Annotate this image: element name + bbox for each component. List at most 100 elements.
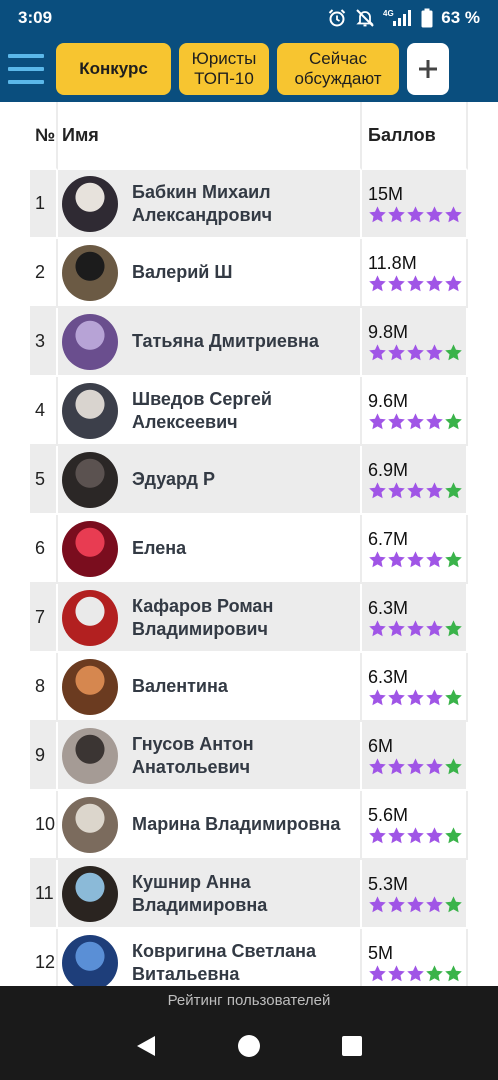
recents-icon[interactable] (340, 1034, 364, 1058)
star-icon (426, 964, 443, 981)
avatar[interactable] (62, 175, 118, 232)
table-row[interactable]: 4 Шведов Сергей Алексеевич 9.6M (30, 377, 468, 446)
avatar[interactable] (62, 934, 118, 986)
score-value: 6.7M (368, 528, 409, 549)
avatar[interactable] (62, 244, 118, 301)
user-cell[interactable]: Бабкин Михаил Александрович (58, 170, 362, 239)
header-num: № (30, 102, 58, 170)
star-icon (445, 826, 462, 843)
star-icon (445, 205, 462, 222)
table-row[interactable]: 12 Ковригина Светлана Витальевна 5M (30, 929, 468, 986)
star-icon (426, 274, 443, 291)
score-value: 5.6M (368, 804, 409, 825)
table-row[interactable]: 7 Кафаров Роман Владимирович 6.3M (30, 584, 468, 653)
avatar[interactable] (62, 520, 118, 577)
top-lawyers-label-line1: Юристы (191, 49, 257, 68)
star-icon (407, 826, 424, 843)
user-cell[interactable]: Эдуард Р (58, 446, 362, 515)
user-name-line1: Валерий Ш (132, 262, 233, 282)
star-icon (445, 895, 462, 912)
user-cell[interactable]: Шведов Сергей Алексеевич (58, 377, 362, 446)
table-row[interactable]: 2 Валерий Ш 11.8M (30, 239, 468, 308)
star-icon (369, 895, 386, 912)
rating-stars (368, 757, 463, 776)
star-icon (388, 205, 405, 222)
user-name-line1: Марина Владимировна (132, 814, 341, 834)
rating-stars (368, 550, 463, 569)
user-name[interactable]: Гнусов Антон Анатольевич (132, 733, 254, 779)
table-row[interactable]: 8 Валентина 6.3M (30, 653, 468, 722)
star-icon (369, 412, 386, 429)
score-cell: 9.6M (362, 377, 468, 446)
user-name[interactable]: Валентина (132, 675, 228, 698)
table-row[interactable]: 1 Бабкин Михаил Александрович 15M (30, 170, 468, 239)
plus-icon (419, 60, 437, 78)
avatar[interactable] (62, 589, 118, 646)
avatar[interactable] (62, 451, 118, 508)
status-time: 3:09 (18, 8, 53, 27)
user-name[interactable]: Бабкин Михаил Александрович (132, 181, 272, 227)
star-icon (369, 826, 386, 843)
user-name[interactable]: Ковригина Светлана Витальевна (132, 940, 316, 986)
score-cell: 9.8M (362, 308, 468, 377)
avatar[interactable] (62, 658, 118, 715)
star-icon (407, 895, 424, 912)
score-value: 6.9M (368, 459, 409, 480)
user-cell[interactable]: Гнусов Антон Анатольевич (58, 722, 362, 791)
row-number: 12 (30, 929, 58, 986)
user-cell[interactable]: Валентина (58, 653, 362, 722)
user-cell[interactable]: Татьяна Дмитриевна (58, 308, 362, 377)
star-icon (369, 481, 386, 498)
avatar[interactable] (62, 313, 118, 370)
table-row[interactable]: 6 Елена 6.7M (30, 515, 468, 584)
add-button[interactable] (407, 43, 449, 95)
table-row[interactable]: 11 Кушнир Анна Владимировна 5.3M (30, 860, 468, 929)
user-name[interactable]: Марина Владимировна (132, 813, 340, 836)
user-name[interactable]: Шведов Сергей Алексеевич (132, 388, 272, 434)
user-cell[interactable]: Елена (58, 515, 362, 584)
star-icon (445, 757, 462, 774)
user-name[interactable]: Валерий Ш (132, 261, 232, 284)
avatar[interactable] (62, 865, 118, 922)
star-icon (445, 274, 462, 291)
rating-content[interactable]: № Имя Баллов 1 Бабкин Михаил Александрович… (0, 102, 498, 986)
avatar[interactable] (62, 796, 118, 853)
user-cell[interactable]: Кушнир Анна Владимировна (58, 860, 362, 929)
contest-button[interactable]: Конкурс (56, 43, 171, 95)
user-name-line1: Гнусов Антон (132, 733, 254, 754)
battery-icon (421, 8, 433, 28)
star-icon (388, 481, 405, 498)
top-lawyers-button[interactable]: Юристы ТОП-10 (179, 43, 269, 95)
star-icon (388, 826, 405, 843)
user-name[interactable]: Эдуард Р (132, 468, 215, 491)
star-icon (407, 964, 424, 981)
table-row[interactable]: 3 Татьяна Дмитриевна 9.8M (30, 308, 468, 377)
user-cell[interactable]: Кафаров Роман Владимирович (58, 584, 362, 653)
table-row[interactable]: 5 Эдуард Р 6.9M (30, 446, 468, 515)
user-name[interactable]: Татьяна Дмитриевна (132, 330, 319, 353)
score-value: 15M (368, 183, 404, 204)
user-name[interactable]: Елена (132, 537, 186, 560)
star-icon (369, 688, 386, 705)
star-icon (369, 274, 386, 291)
user-cell[interactable]: Валерий Ш (58, 239, 362, 308)
hamburger-icon[interactable] (6, 49, 46, 89)
discussed-now-label-line1: Сейчас (308, 49, 368, 68)
avatar[interactable] (62, 382, 118, 439)
home-icon[interactable] (237, 1034, 261, 1058)
user-name[interactable]: Кафаров Роман Владимирович (132, 595, 273, 641)
score-cell: 6.7M (362, 515, 468, 584)
contest-button-label: Конкурс (79, 59, 148, 78)
avatar[interactable] (62, 727, 118, 784)
user-cell[interactable]: Ковригина Светлана Витальевна (58, 929, 362, 986)
row-number: 4 (30, 377, 58, 446)
discussed-now-button[interactable]: Сейчас обсуждают (277, 43, 399, 95)
table-row[interactable]: 9 Гнусов Антон Анатольевич 6M (30, 722, 468, 791)
table-row[interactable]: 10 Марина Владимировна 5.6M (30, 791, 468, 860)
user-cell[interactable]: Марина Владимировна (58, 791, 362, 860)
score-cell: 11.8M (362, 239, 468, 308)
star-icon (445, 964, 462, 981)
star-icon (388, 274, 405, 291)
user-name[interactable]: Кушнир Анна Владимировна (132, 871, 267, 917)
back-icon[interactable] (134, 1034, 158, 1058)
